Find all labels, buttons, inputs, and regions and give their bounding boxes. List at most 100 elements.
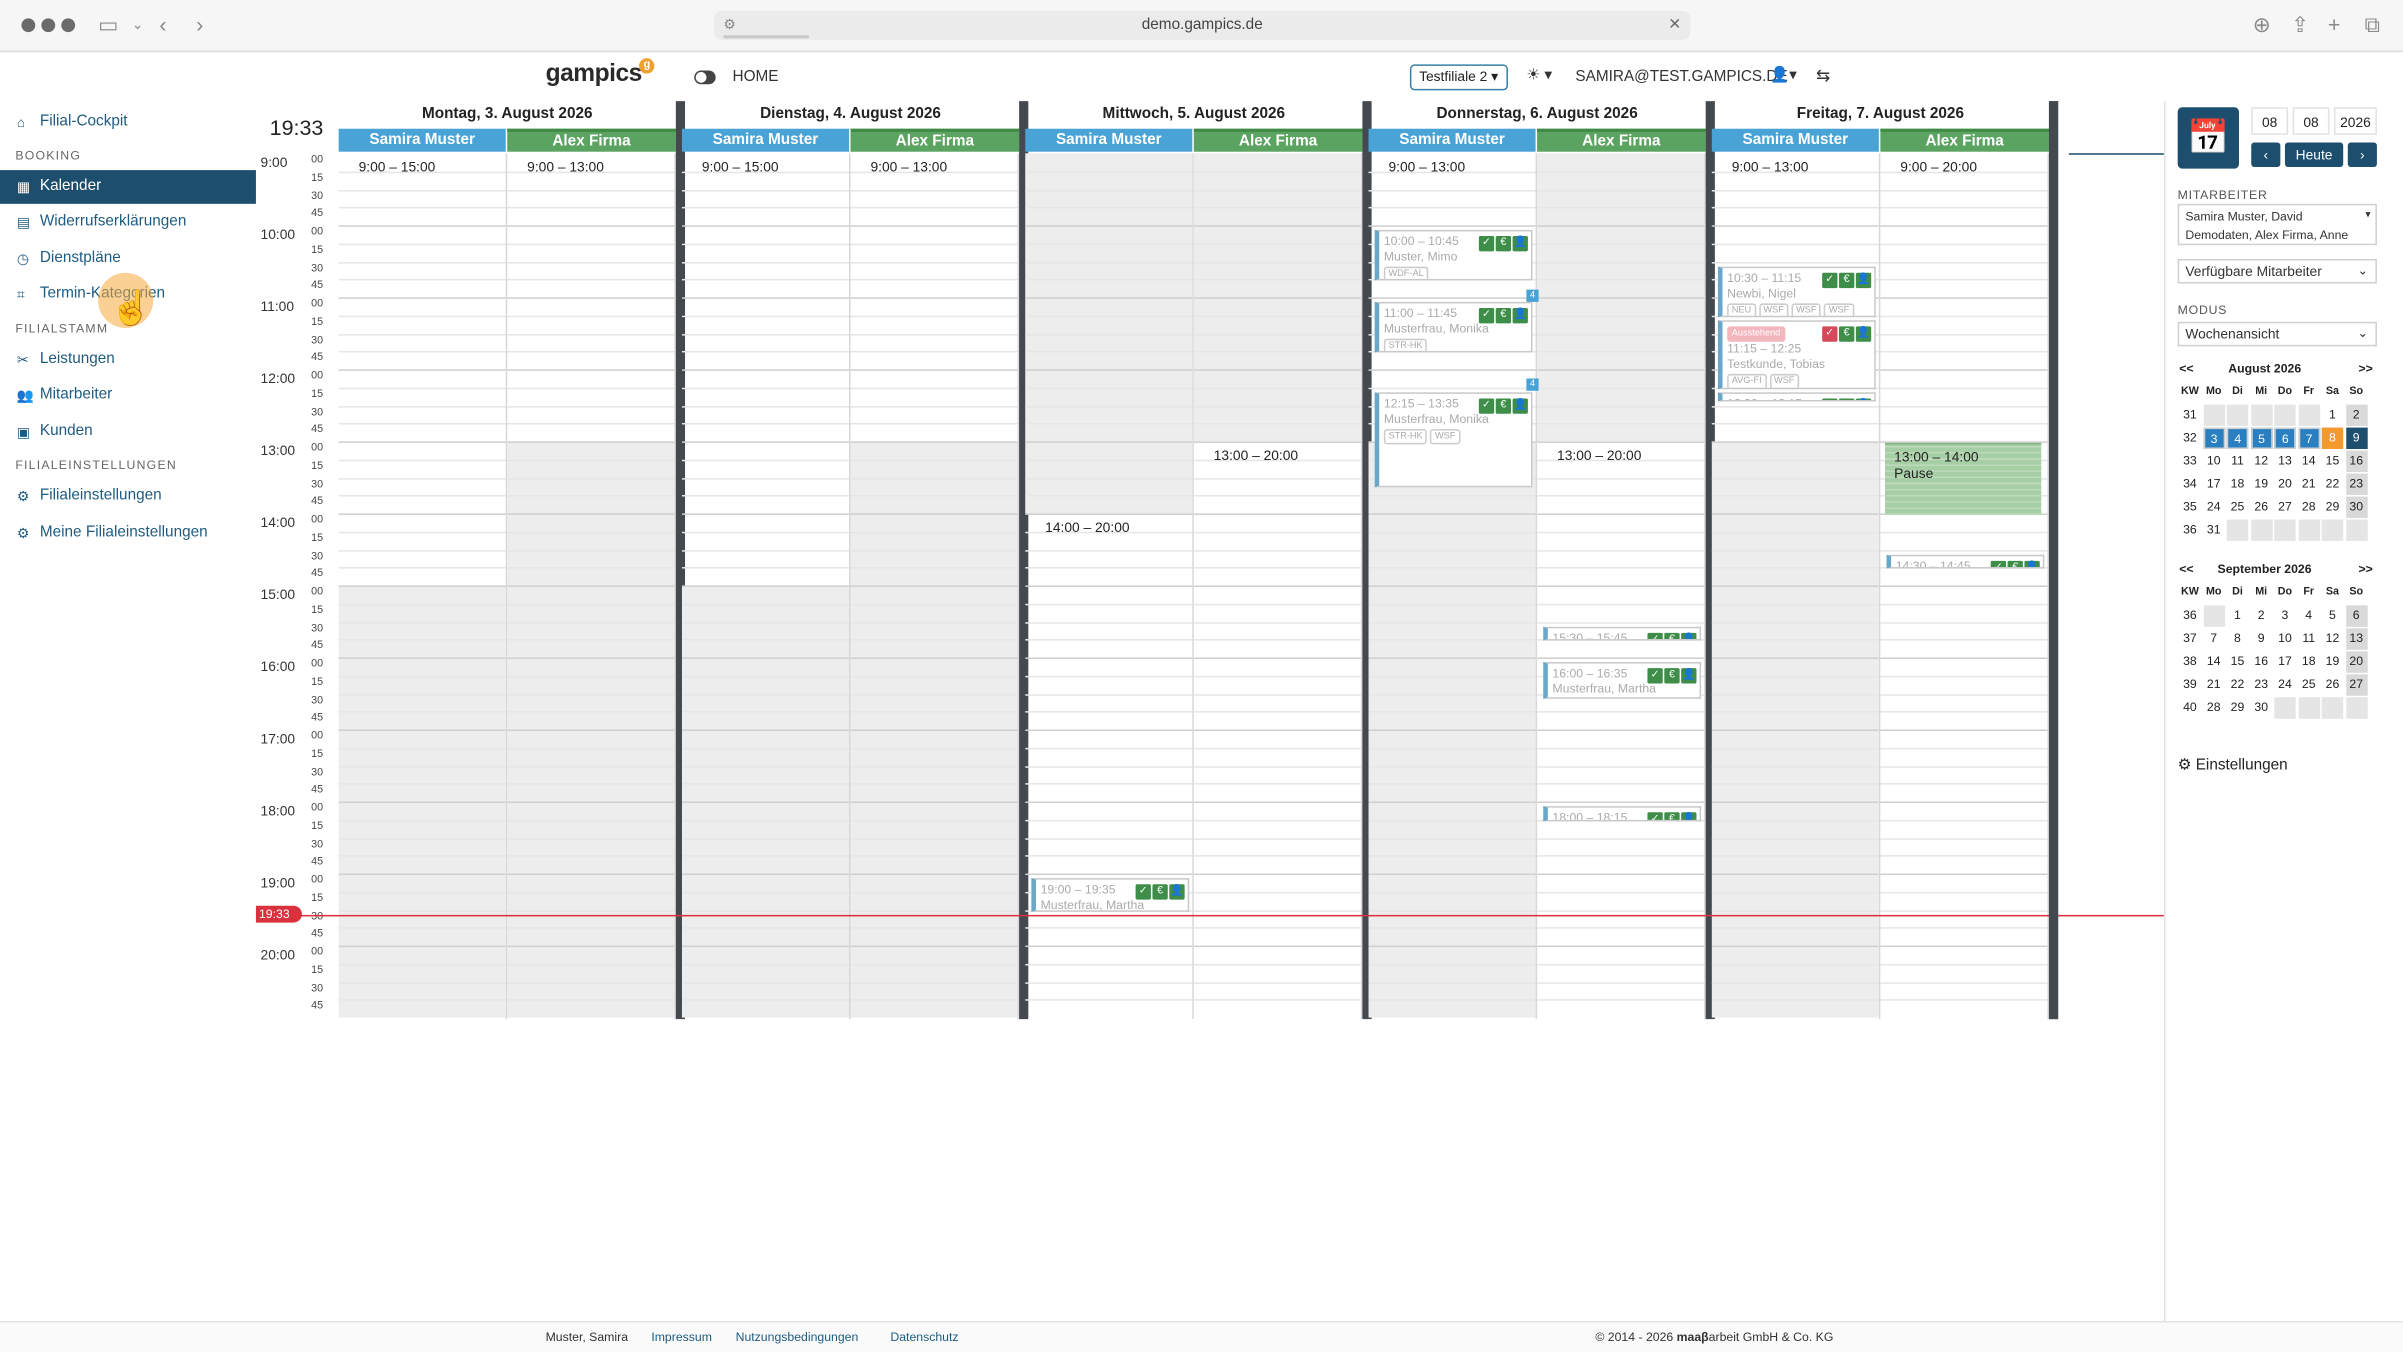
close-window-button[interactable] [21, 18, 36, 33]
mini-calendar-day[interactable]: 8 [2227, 628, 2248, 649]
mini-calendar-day[interactable]: 22 [2227, 674, 2248, 695]
staff-lane[interactable] [1193, 153, 1363, 1020]
staff-lane[interactable] [1368, 153, 1538, 1020]
appointment[interactable]: 15:30 – 15:45 ✓ € 👤 [1543, 626, 1702, 641]
shift-time[interactable]: 9:00 – 13:00 [1732, 159, 1809, 174]
appointment[interactable]: 12:30 – 13:15✓€👤 [1717, 391, 1876, 402]
sidebar-item-mitarbeiter[interactable]: 👥 Mitarbeiter [0, 379, 256, 413]
week-number[interactable]: 36 [2179, 520, 2200, 541]
stop-loading-icon[interactable]: ✕ [1668, 11, 1681, 40]
impressum-link[interactable]: Impressum [651, 1323, 712, 1352]
mini-calendar-day[interactable]: 18 [2227, 474, 2248, 495]
mini-calendar-day[interactable]: 5 [2250, 427, 2272, 450]
mini-calendar-day[interactable]: 23 [2345, 473, 2367, 495]
chevron-down-icon[interactable]: ⌄ [132, 12, 144, 37]
share-icon[interactable]: ⇪ [2291, 12, 2309, 37]
appointment[interactable]: 11:00 – 11:45 Musterfrau, Monika STR-HK ✓ € 👤 [1374, 301, 1533, 353]
sidebar-item-filial-cockpit[interactable]: ⌂ Filial-Cockpit [0, 106, 256, 140]
next-week-button[interactable]: › [2347, 142, 2377, 168]
appointment[interactable]: Ausstehend 11:15 – 12:25 Testkunde, Tobias… [1717, 319, 1876, 389]
address-bar[interactable]: ⚙ demo.gampics.de ✕ [714, 10, 1691, 40]
day-field[interactable]: 08 [2251, 107, 2289, 135]
mini-calendar-day[interactable]: 26 [2322, 674, 2343, 695]
mini-calendar-day[interactable]: 28 [2298, 497, 2319, 518]
day-header[interactable]: Mittwoch, 5. August 2026 [1025, 101, 1362, 127]
mini-calendar-day[interactable]: 16 [2345, 450, 2367, 473]
mini-calendar-day[interactable]: 9 [2345, 427, 2367, 450]
mini-calendar-day[interactable]: 8 [2321, 427, 2344, 450]
user-menu-icon[interactable]: 👤▾ [1770, 67, 1797, 84]
mini-calendar-day[interactable]: 25 [2298, 674, 2319, 695]
staff-lane[interactable] [1880, 153, 2049, 1020]
mini-calendar-day[interactable]: 22 [2322, 474, 2343, 495]
available-employees-select[interactable]: Verfügbare Mitarbeiter ⌄ [2177, 258, 2377, 284]
downloads-icon[interactable]: ⊕ [2253, 12, 2271, 37]
home-toggle[interactable] [694, 70, 716, 85]
week-number[interactable]: 33 [2179, 451, 2200, 472]
mini-calendar-day[interactable]: 4 [2298, 605, 2319, 626]
mini-calendar-day[interactable]: 6 [2274, 427, 2296, 450]
month-field[interactable]: 08 [2292, 107, 2330, 135]
staff-lane[interactable] [681, 153, 851, 1020]
year-field[interactable]: 2026 [2333, 107, 2377, 135]
sidebar-item-kalender[interactable]: ▦ Kalender [0, 170, 256, 204]
mini-calendar-day[interactable]: 12 [2322, 628, 2343, 649]
settings-link[interactable]: ⚙ Einstellungen [2178, 757, 2288, 774]
prev-week-button[interactable]: ‹ [2251, 142, 2281, 168]
switch-icon[interactable]: ⇆ [1816, 66, 1830, 85]
minimize-window-button[interactable] [41, 18, 56, 33]
mini-calendar-day[interactable]: 29 [2322, 497, 2343, 518]
appointment[interactable]: 14:30 – 14:45 ✓ € 👤 [1886, 553, 2045, 569]
mini-calendar-day[interactable]: 31 [2203, 520, 2224, 541]
mini-calendar-day[interactable]: 20 [2274, 474, 2295, 495]
appointment[interactable]: 18:00 – 18:15 ✓ € 👤 [1543, 806, 1702, 822]
prev-month-button[interactable]: << [2179, 562, 2193, 576]
shift-time[interactable]: 9:00 – 20:00 [1900, 159, 1977, 174]
mini-calendar-day[interactable]: 19 [2250, 474, 2271, 495]
mini-calendar-day[interactable]: 26 [2250, 497, 2271, 518]
staff-lane[interactable] [1537, 153, 1706, 1020]
week-number[interactable]: 36 [2179, 605, 2200, 626]
sidebar-item-kunden[interactable]: ▣ Kunden [0, 415, 256, 449]
sidebar-item-leistungen[interactable]: ✂ Leistungen [0, 343, 256, 377]
staff-header[interactable]: Alex Firma [850, 128, 1020, 152]
privacy-link[interactable]: Datenschutz [890, 1323, 958, 1352]
staff-header[interactable]: Alex Firma [507, 128, 676, 152]
mini-calendar-day[interactable]: 7 [2203, 628, 2224, 649]
week-number[interactable]: 34 [2179, 474, 2200, 495]
week-number[interactable]: 31 [2179, 405, 2200, 426]
theme-dropdown[interactable]: ☀ ▾ [1526, 67, 1552, 84]
new-tab-icon[interactable]: + [2328, 12, 2341, 37]
mini-calendar-day[interactable]: 19 [2322, 651, 2343, 672]
mini-calendar-day[interactable]: 1 [2227, 605, 2248, 626]
sidebar-toggle-icon[interactable]: ▭ [98, 12, 118, 37]
mini-calendar-day[interactable]: 28 [2203, 697, 2224, 718]
week-number[interactable]: 35 [2179, 497, 2200, 518]
day-header[interactable]: Donnerstag, 6. August 2026 [1369, 101, 1706, 127]
sidebar-item-dienstplaene[interactable]: ◷ Dienstpläne [0, 242, 256, 276]
maximize-window-button[interactable] [61, 18, 76, 33]
employees-select[interactable]: Samira Muster, David Demodaten, Alex Fir… [2177, 203, 2377, 246]
mini-calendar-day[interactable]: 4 [2226, 427, 2249, 450]
forward-icon[interactable]: › [196, 12, 203, 37]
mini-calendar-day[interactable]: 15 [2322, 451, 2343, 472]
terms-link[interactable]: Nutzungsbedingungen [736, 1323, 859, 1352]
mini-calendar-day[interactable]: 3 [2202, 427, 2225, 450]
mini-calendar-day[interactable]: 13 [2345, 628, 2367, 650]
branch-dropdown[interactable]: Testfiliale 2 ▾ [1409, 64, 1508, 91]
mini-calendar-day[interactable]: 12 [2250, 451, 2271, 472]
mini-calendar-day[interactable]: 27 [2274, 497, 2295, 518]
mini-calendar-day[interactable]: 20 [2345, 651, 2367, 673]
staff-header[interactable]: Samira Muster [1711, 128, 1879, 152]
back-icon[interactable]: ‹ [159, 12, 166, 37]
staff-header[interactable]: Samira Muster [1368, 128, 1536, 152]
mini-calendar-day[interactable]: 14 [2203, 651, 2224, 672]
mini-calendar-day[interactable]: 15 [2227, 651, 2248, 672]
new-appointment-button[interactable]: 📅 [2177, 107, 2239, 169]
mini-calendar-day[interactable]: 10 [2203, 451, 2224, 472]
mini-calendar-day[interactable]: 5 [2322, 605, 2343, 626]
home-link[interactable]: HOME [733, 69, 779, 86]
mini-calendar-day[interactable]: 14 [2298, 451, 2319, 472]
day-header[interactable]: Freitag, 7. August 2026 [1712, 101, 2049, 127]
day-header[interactable]: Dienstag, 4. August 2026 [682, 101, 1019, 127]
